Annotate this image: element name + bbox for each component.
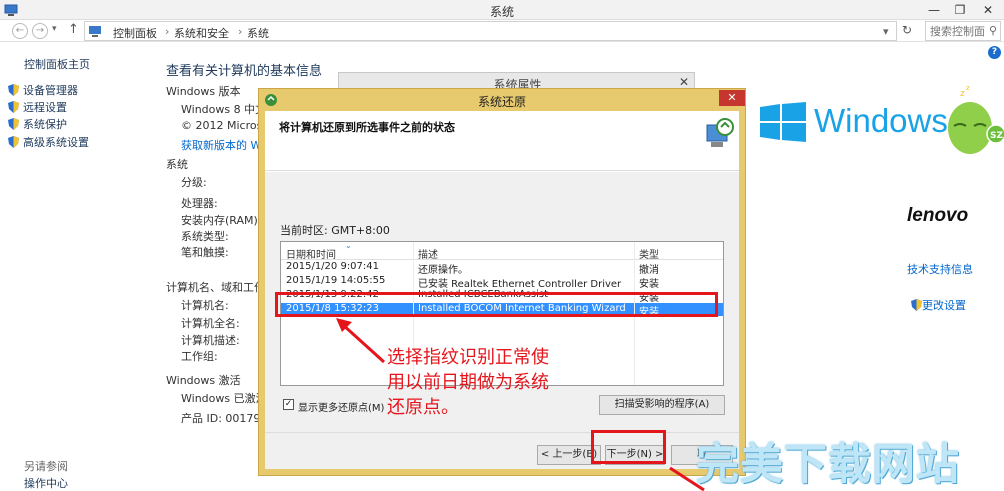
close-button[interactable]: ✕ xyxy=(974,0,1002,20)
windows-logo-icon xyxy=(760,102,806,142)
full-name-label: 计算机全名: xyxy=(181,317,240,330)
windows-brand-text: Windows xyxy=(814,102,948,139)
shield-icon xyxy=(8,84,19,96)
table-row[interactable]: 2015/1/20 9:07:41 还原操作。 撤消 xyxy=(281,261,723,276)
workgroup-label: 工作组: xyxy=(181,350,218,363)
sidebar-item-system-protection[interactable]: 系统保护 xyxy=(8,116,67,132)
chevron-down-icon[interactable]: ▾ xyxy=(52,24,57,34)
sort-arrow-icon: ⌄ xyxy=(345,241,352,250)
dialog-title: 系统还原 xyxy=(477,95,526,109)
mascot-icon: z z SZ xyxy=(948,86,1004,154)
computer-name-label: 计算机名: xyxy=(181,299,229,312)
address-field[interactable]: 控制面板 › 系统和安全 › 系统 ▾ xyxy=(84,21,897,41)
dialog-heading: 将计算机还原到所选事件之前的状态 xyxy=(279,121,455,134)
shield-icon xyxy=(8,101,19,113)
forward-nav-button[interactable]: → xyxy=(32,23,48,39)
system-type-label: 系统类型: xyxy=(181,230,229,243)
activation-section-heading: Windows 激活 xyxy=(166,374,241,387)
system-section-heading: 系统 xyxy=(166,158,188,171)
ram-label: 安装内存(RAM): xyxy=(181,214,262,227)
show-more-checkbox[interactable]: ✓ xyxy=(283,399,294,410)
search-input[interactable] xyxy=(926,22,986,40)
up-arrow-icon[interactable]: ↑ xyxy=(68,22,79,37)
address-bar: ← → ▾ ↑ 控制面板 › 系统和安全 › 系统 ▾ ↻ ⚲ xyxy=(0,20,1004,42)
control-panel-icon xyxy=(89,26,101,37)
svg-text:SZ: SZ xyxy=(990,131,1003,141)
dialog-close-button[interactable]: ✕ xyxy=(719,90,745,106)
help-icon[interactable]: ? xyxy=(988,46,1001,59)
annotation-text: 选择指纹识别正常使 用以前日期做为系统 还原点。 xyxy=(387,347,549,418)
edition-section-heading: Windows 版本 xyxy=(166,85,241,98)
annotation-arrow-icon xyxy=(336,318,386,364)
breadcrumb-system[interactable]: 系统 xyxy=(247,25,269,41)
sidebar-item-label: 远程设置 xyxy=(23,101,67,114)
oem-logo: lenovo xyxy=(907,205,969,226)
breadcrumb-control-panel[interactable]: 控制面板 xyxy=(113,25,157,41)
svg-text:z: z xyxy=(960,89,965,99)
shield-icon xyxy=(911,299,922,311)
page-title: 查看有关计算机的基本信息 xyxy=(166,64,323,79)
dialog-header-band: 将计算机还原到所选事件之前的状态 xyxy=(265,111,739,171)
activation-status: Windows 已激活 xyxy=(181,392,267,405)
close-icon[interactable]: ✕ xyxy=(679,75,689,89)
breadcrumb-system-security[interactable]: 系统和安全 xyxy=(174,25,229,41)
next-button-highlight xyxy=(591,430,666,464)
rating-label: 分级: xyxy=(181,176,207,189)
svg-text:z: z xyxy=(966,86,970,92)
see-also-heading: 另请参阅 xyxy=(24,460,68,473)
change-settings-label: 更改设置 xyxy=(922,299,966,312)
action-center-link[interactable]: 操作中心 xyxy=(24,475,68,491)
scan-affected-programs-button[interactable]: 扫描受影响的程序(A) xyxy=(599,395,725,415)
processor-label: 处理器: xyxy=(181,197,218,210)
shield-icon xyxy=(8,118,19,130)
description-label: 计算机描述: xyxy=(181,334,240,347)
back-nav-button[interactable]: ← xyxy=(12,23,28,39)
selected-row-highlight xyxy=(275,292,718,317)
sidebar-item-advanced-settings[interactable]: 高级系统设置 xyxy=(8,134,89,150)
minimize-button[interactable]: — xyxy=(920,0,948,20)
support-info-link[interactable]: 技术支持信息 xyxy=(907,261,973,277)
watermark: 完美下载网站 xyxy=(696,440,960,490)
title-bar: 系统 — ❐ ✕ xyxy=(0,0,1004,20)
sidebar: 控制面板主页 设备管理器 远程设置 系统保护 高级系统设置 另请参阅 操作中心 xyxy=(0,42,150,491)
search-box[interactable]: ⚲ xyxy=(925,21,1001,41)
restore-button[interactable]: ❐ xyxy=(946,0,974,20)
shield-icon xyxy=(8,136,19,148)
sidebar-home-link[interactable]: 控制面板主页 xyxy=(24,56,90,72)
dialog-title-bar: 系统还原 ✕ xyxy=(259,89,745,111)
search-icon[interactable]: ⚲ xyxy=(989,24,997,37)
timezone-label: 当前时区: GMT+8:00 xyxy=(280,224,390,237)
change-settings-link[interactable]: 更改设置 xyxy=(911,297,966,313)
sidebar-item-remote-settings[interactable]: 远程设置 xyxy=(8,99,67,115)
table-row[interactable]: 2015/1/19 14:05:55 已安装 Realtek Ethernet … xyxy=(281,275,723,290)
pen-touch-label: 笔和触摸: xyxy=(181,246,229,259)
sidebar-item-device-manager[interactable]: 设备管理器 xyxy=(8,82,78,98)
window-title: 系统 xyxy=(489,5,514,19)
chevron-down-icon[interactable]: ▾ xyxy=(883,25,889,38)
sidebar-item-label: 设备管理器 xyxy=(23,84,78,97)
show-more-label[interactable]: 显示更多还原点(M) xyxy=(298,399,384,414)
refresh-icon[interactable]: ↻ xyxy=(902,23,912,37)
system-restore-icon xyxy=(706,118,734,147)
sidebar-item-label: 系统保护 xyxy=(23,118,67,131)
sidebar-item-label: 高级系统设置 xyxy=(23,136,89,149)
